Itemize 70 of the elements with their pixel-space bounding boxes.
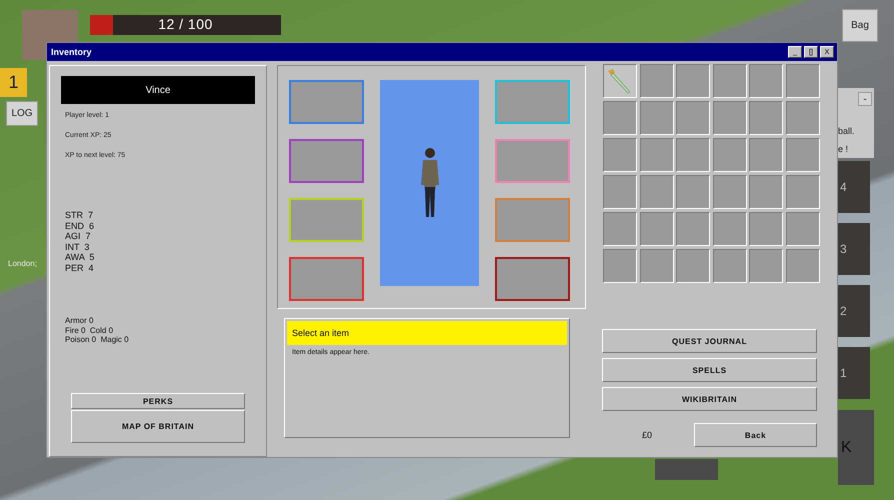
inventory-slot[interactable] bbox=[786, 64, 820, 98]
inventory-slot[interactable] bbox=[712, 138, 747, 172]
inventory-slot[interactable] bbox=[786, 212, 820, 246]
hotbar-slot[interactable]: 1 bbox=[838, 347, 870, 399]
money-amount: £0 bbox=[642, 430, 654, 440]
inventory-slot[interactable] bbox=[749, 64, 784, 98]
inventory-slot[interactable] bbox=[712, 101, 747, 135]
inventory-slot[interactable] bbox=[786, 175, 820, 209]
inventory-slot[interactable] bbox=[749, 101, 784, 135]
item-details-title: Select an item bbox=[287, 321, 567, 345]
attribute-text: PER 4 bbox=[65, 262, 95, 273]
attribute-text: AWA 5 bbox=[65, 252, 96, 262]
dark-tile bbox=[655, 459, 718, 480]
inventory-slot[interactable] bbox=[712, 249, 747, 283]
inventory-slot[interactable] bbox=[676, 175, 710, 209]
equipment-slot[interactable] bbox=[495, 257, 570, 301]
back-button[interactable]: Back bbox=[694, 423, 817, 447]
inventory-slot[interactable] bbox=[749, 138, 784, 172]
inventory-slot[interactable] bbox=[676, 64, 710, 98]
hotbar-slot[interactable]: 2 bbox=[838, 285, 870, 337]
inventory-slot[interactable] bbox=[640, 249, 674, 283]
inventory-slot[interactable] bbox=[676, 101, 710, 135]
log-button[interactable]: LOG bbox=[6, 101, 38, 126]
attribute-text: STR 7 bbox=[65, 210, 94, 220]
resistance-text: Armor 0 bbox=[65, 316, 94, 326]
inventory-slot[interactable] bbox=[603, 175, 637, 209]
map-button[interactable]: MAP OF BRITAIN bbox=[71, 410, 245, 443]
level-badge: 1 bbox=[0, 68, 27, 97]
inventory-slot[interactable] bbox=[786, 249, 820, 283]
inventory-slot[interactable] bbox=[640, 138, 674, 172]
inventory-slot[interactable] bbox=[786, 138, 820, 172]
resistance-text: Poison 0 Magic 0 bbox=[65, 335, 130, 346]
hotbar-slot[interactable]: 3 bbox=[838, 223, 870, 275]
inventory-slot[interactable] bbox=[712, 64, 747, 98]
health-reading: 12 / 100 bbox=[157, 16, 214, 32]
character-name: Vince bbox=[61, 76, 255, 104]
menu-button[interactable]: QUEST JOURNAL bbox=[602, 329, 817, 353]
inventory-slot[interactable] bbox=[749, 175, 784, 209]
inventory-slot[interactable] bbox=[786, 101, 820, 135]
inventory-slot[interactable] bbox=[603, 249, 637, 283]
inventory-slot[interactable] bbox=[712, 212, 747, 246]
attribute-text: INT 3 bbox=[65, 242, 90, 252]
menu-button[interactable]: SPELLS bbox=[602, 358, 817, 382]
inventory-slot[interactable] bbox=[603, 212, 637, 246]
resistance-text: Fire 0 Cold 0 bbox=[65, 326, 114, 336]
inventory-slot[interactable] bbox=[640, 64, 674, 98]
perks-button[interactable]: PERKS bbox=[71, 393, 245, 409]
inventory-slot[interactable] bbox=[676, 249, 710, 283]
inventory-slot[interactable] bbox=[676, 212, 710, 246]
inventory-slot[interactable] bbox=[749, 212, 784, 246]
inventory-slot[interactable] bbox=[603, 64, 637, 98]
inventory-slot[interactable] bbox=[640, 212, 674, 246]
inventory-slot[interactable] bbox=[676, 138, 710, 172]
inventory-slot[interactable] bbox=[603, 101, 637, 135]
bag-button[interactable]: Bag bbox=[842, 9, 878, 42]
inventory-slot[interactable] bbox=[603, 138, 637, 172]
attribute-text: AGI 7 bbox=[65, 231, 92, 242]
inventory-slot[interactable] bbox=[640, 175, 674, 209]
panel-text: e ! bbox=[838, 144, 848, 154]
window-title: Inventory bbox=[51, 47, 93, 57]
menu-button[interactable]: WIKIBRITAIN bbox=[602, 387, 817, 411]
inventory-slot[interactable] bbox=[640, 101, 674, 135]
inventory-slot[interactable] bbox=[712, 175, 747, 209]
panel-text: ball. bbox=[838, 126, 855, 136]
inventory-slot[interactable] bbox=[749, 249, 784, 283]
hotbar-slot[interactable]: 4 bbox=[838, 161, 870, 213]
location-label: London; bbox=[8, 259, 37, 268]
attribute-text: END 6 bbox=[65, 220, 96, 231]
person-silhouette-icon bbox=[418, 147, 440, 219]
collapse-button[interactable]: - bbox=[858, 92, 872, 106]
